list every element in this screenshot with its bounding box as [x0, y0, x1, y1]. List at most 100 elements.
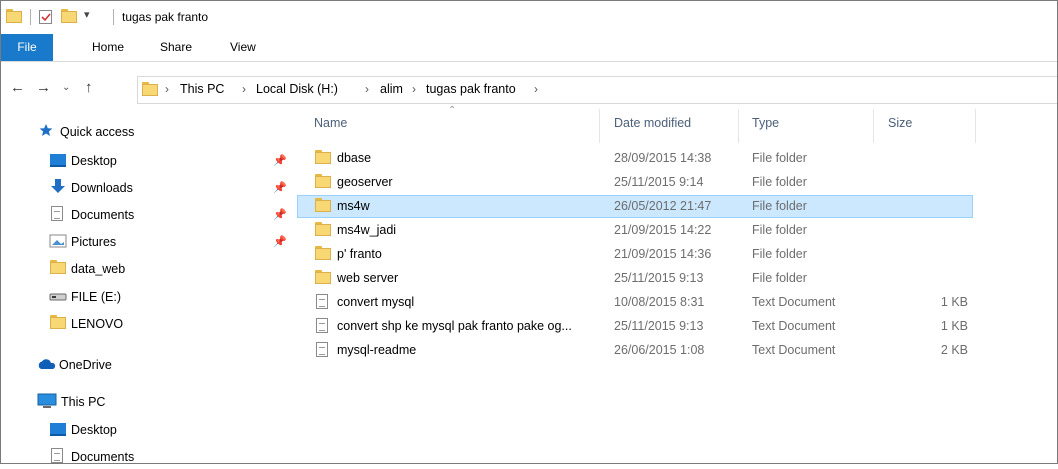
- nav-quick-access[interactable]: Quick access: [1, 120, 294, 144]
- nav-item-label: Desktop: [71, 423, 117, 437]
- file-type: Text Document: [752, 319, 836, 333]
- file-size: 1 KB: [940, 319, 968, 333]
- properties-icon[interactable]: [38, 9, 54, 28]
- column-divider[interactable]: [975, 109, 976, 143]
- pictures-icon: [49, 233, 67, 252]
- file-name: web server: [337, 271, 399, 285]
- nav-item-desktop[interactable]: Desktop 📌: [1, 149, 294, 173]
- file-row[interactable]: ms4w_jadi 21/09/2015 14:22 File folder: [297, 219, 973, 242]
- file-name: p' franto: [337, 247, 382, 261]
- column-header-type[interactable]: Type: [752, 116, 779, 130]
- nav-item-pictures[interactable]: Pictures 📌: [1, 230, 294, 254]
- file-row[interactable]: mysql-readme 26/06/2015 1:08 Text Docume…: [297, 339, 973, 362]
- nav-item-label: This PC: [61, 395, 106, 409]
- file-type: File folder: [752, 247, 807, 261]
- file-type: File folder: [752, 175, 807, 189]
- column-header-date-modified[interactable]: Date modified: [614, 116, 691, 130]
- chevron-right-icon[interactable]: ›: [365, 82, 369, 96]
- file-name: dbase: [337, 151, 372, 165]
- breadcrumb-this-pc[interactable]: This PC: [180, 82, 224, 96]
- chevron-right-icon[interactable]: ›: [165, 82, 169, 96]
- nav-item-label: data_web: [71, 262, 126, 276]
- divider: [30, 9, 31, 25]
- nav-item-data-web[interactable]: data_web: [1, 257, 294, 281]
- pin-icon[interactable]: 📌: [273, 154, 287, 167]
- file-row[interactable]: p' franto 21/09/2015 14:36 File folder: [297, 243, 973, 266]
- recent-locations-chevron-icon[interactable]: ⌄: [62, 82, 70, 93]
- breadcrumb-alim[interactable]: alim: [380, 82, 403, 96]
- nav-item-label: FILE (E:): [71, 290, 122, 304]
- navigation-pane: Quick access Desktop 📌 Downloads 📌 Docum…: [1, 105, 294, 464]
- download-arrow-icon: [49, 179, 67, 198]
- text-document-icon: [316, 342, 328, 357]
- file-row[interactable]: dbase 28/09/2015 14:38 File folder: [297, 147, 973, 170]
- file-type: File folder: [752, 199, 807, 213]
- new-folder-icon[interactable]: [61, 9, 77, 23]
- pin-icon[interactable]: 📌: [273, 181, 287, 194]
- tab-file[interactable]: File: [1, 34, 53, 61]
- nav-item-pc-documents[interactable]: Documents: [1, 445, 294, 469]
- file-date: 25/11/2015 9:13: [614, 271, 704, 285]
- file-size: 1 KB: [940, 295, 968, 309]
- nav-item-label: Downloads: [71, 181, 133, 195]
- column-divider[interactable]: [738, 109, 739, 143]
- chevron-right-icon[interactable]: ›: [534, 82, 538, 96]
- file-row[interactable]: convert mysql 10/08/2015 8:31 Text Docum…: [297, 291, 973, 314]
- documents-icon: [51, 206, 63, 221]
- forward-arrow-icon[interactable]: →: [36, 79, 51, 96]
- file-date: 25/11/2015 9:13: [614, 319, 704, 333]
- drive-icon: [49, 290, 67, 305]
- nav-item-documents[interactable]: Documents 📌: [1, 203, 294, 227]
- file-name: ms4w: [337, 199, 370, 213]
- nav-item-label: Documents: [71, 450, 135, 464]
- chevron-right-icon[interactable]: ›: [242, 82, 246, 96]
- file-date: 26/05/2012 21:47: [614, 199, 712, 213]
- column-header-name[interactable]: Name: [314, 116, 347, 130]
- breadcrumb-current-folder[interactable]: tugas pak franto: [426, 82, 516, 96]
- back-arrow-icon[interactable]: ←: [10, 79, 25, 96]
- file-row[interactable]: convert shp ke mysql pak franto pake og.…: [297, 315, 973, 338]
- file-type: File folder: [752, 271, 807, 285]
- folder-icon: [315, 150, 331, 164]
- breadcrumb-local-disk[interactable]: Local Disk (H:): [256, 82, 338, 96]
- file-date: 21/09/2015 14:22: [614, 223, 712, 237]
- file-date: 25/11/2015 9:14: [614, 175, 704, 189]
- up-arrow-icon[interactable]: ↑: [85, 79, 93, 96]
- pin-icon[interactable]: 📌: [273, 235, 287, 248]
- nav-item-label: OneDrive: [59, 358, 112, 372]
- file-row[interactable]: web server 25/11/2015 9:13 File folder: [297, 267, 973, 290]
- tab-share[interactable]: Share: [160, 34, 192, 61]
- file-row[interactable]: geoserver 25/11/2015 9:14 File folder: [297, 171, 973, 194]
- folder-icon: [315, 198, 331, 212]
- column-header-size[interactable]: Size: [888, 116, 912, 130]
- explorer-window: ▾ tugas pak franto File Home Share View …: [0, 0, 1058, 464]
- file-name: ms4w_jadi: [337, 223, 397, 237]
- file-size: 2 KB: [940, 343, 968, 357]
- folder-icon: [50, 260, 66, 274]
- nav-item-label: Desktop: [71, 154, 117, 168]
- column-divider[interactable]: [599, 109, 600, 143]
- file-date: 21/09/2015 14:36: [614, 247, 712, 261]
- tab-home[interactable]: Home: [92, 34, 124, 61]
- nav-item-lenovo[interactable]: LENOVO: [1, 312, 294, 336]
- address-bar[interactable]: › This PC › Local Disk (H:) › alim › tug…: [137, 76, 1057, 104]
- ribbon-tabs: File Home Share View: [1, 34, 1057, 62]
- nav-onedrive[interactable]: OneDrive: [1, 353, 294, 377]
- sort-ascending-icon: ⌃: [448, 105, 457, 116]
- folder-icon: [315, 222, 331, 236]
- file-row-selected[interactable]: ms4w 26/05/2012 21:47 File folder: [297, 195, 973, 218]
- pin-icon[interactable]: 📌: [273, 208, 287, 221]
- nav-this-pc[interactable]: This PC: [1, 390, 294, 414]
- column-divider[interactable]: [873, 109, 874, 143]
- tab-view[interactable]: View: [230, 34, 256, 61]
- customize-toolbar-icon[interactable]: ▾: [84, 8, 90, 21]
- nav-item-file-drive[interactable]: FILE (E:): [1, 285, 294, 309]
- nav-item-label: LENOVO: [71, 317, 124, 331]
- text-document-icon: [316, 318, 328, 333]
- nav-item-downloads[interactable]: Downloads 📌: [1, 176, 294, 200]
- chevron-right-icon[interactable]: ›: [412, 82, 416, 96]
- folder-icon: [50, 315, 66, 329]
- file-name: mysql-readme: [337, 343, 417, 357]
- nav-item-pc-desktop[interactable]: Desktop: [1, 418, 294, 442]
- desktop-icon: [49, 152, 67, 171]
